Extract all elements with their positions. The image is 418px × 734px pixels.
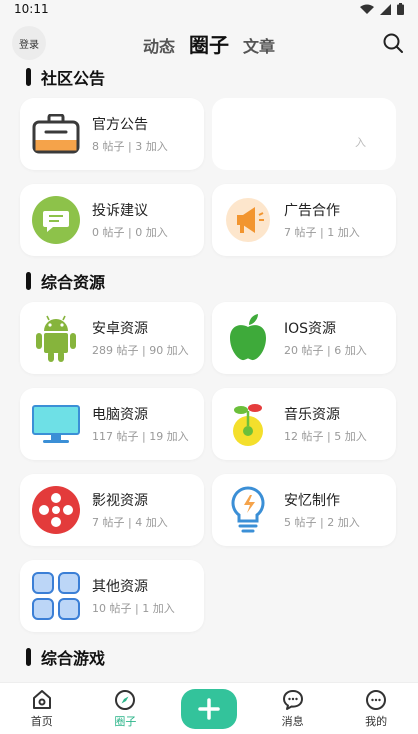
tab-circle[interactable]: 圈子 bbox=[189, 29, 229, 58]
tab-dynamic[interactable]: 动态 bbox=[143, 33, 175, 57]
circle-name: 影视资源 bbox=[92, 493, 148, 509]
app-screen: 10:11 登录 动态 圈子 文章 社区公告 官方公告 8 帖子 | 3 加入 … bbox=[0, 0, 418, 734]
login-label: 登录 bbox=[19, 39, 39, 51]
circle-meta: 20 帖子 | 6 加入 bbox=[284, 344, 367, 357]
circle-list[interactable]: 社区公告 官方公告 8 帖子 | 3 加入 入 投诉建议 0 帖子 | 0 加入… bbox=[0, 62, 418, 682]
status-bar: 10:11 bbox=[0, 0, 418, 18]
circle-meta: 8 帖子 | 3 加入 bbox=[92, 140, 168, 153]
wifi-icon bbox=[360, 4, 374, 14]
signal-icon bbox=[380, 3, 391, 15]
circle-meta: 7 帖子 | 4 加入 bbox=[92, 516, 168, 529]
circle-card-music[interactable]: 音乐资源 12 帖子 | 5 加入 bbox=[212, 388, 396, 460]
music-sprout-icon bbox=[222, 398, 274, 450]
circle-meta: 289 帖子 | 90 加入 bbox=[92, 344, 189, 357]
circle-name: IOS资源 bbox=[284, 321, 337, 337]
circle-card-video[interactable]: 影视资源 7 帖子 | 4 加入 bbox=[20, 474, 204, 546]
section-title-text: 综合资源 bbox=[41, 273, 106, 292]
circle-card-ads[interactable]: 广告合作 7 帖子 | 1 加入 bbox=[212, 184, 396, 256]
briefcase-icon bbox=[30, 108, 82, 160]
android-icon bbox=[30, 312, 82, 364]
monitor-icon bbox=[30, 398, 82, 450]
home-icon bbox=[32, 689, 51, 709]
circle-name: 音乐资源 bbox=[284, 407, 340, 423]
tab-article[interactable]: 文章 bbox=[243, 33, 275, 57]
circle-card-android[interactable]: 安卓资源 289 帖子 | 90 加入 bbox=[20, 302, 204, 374]
circle-meta: 入 bbox=[355, 136, 366, 149]
circle-meta: 12 帖子 | 5 加入 bbox=[284, 430, 367, 443]
bottom-nav: 首页 圈子 消息 我的 bbox=[0, 682, 418, 734]
circle-meta: 5 帖子 | 2 加入 bbox=[284, 516, 360, 529]
section-bar bbox=[26, 272, 31, 290]
login-button[interactable]: 登录 bbox=[12, 26, 46, 60]
profile-icon bbox=[366, 689, 387, 710]
section-title-text: 社区公告 bbox=[41, 69, 106, 88]
circle-name: 安忆制作 bbox=[284, 493, 340, 509]
nav-label: 圈子 bbox=[114, 714, 137, 728]
nav-label: 首页 bbox=[30, 714, 53, 728]
film-reel-icon bbox=[30, 484, 82, 536]
circle-name: 电脑资源 bbox=[92, 407, 148, 423]
section-grid-resources: 安卓资源 289 帖子 | 90 加入 IOS资源 20 帖子 | 6 加入 电… bbox=[0, 296, 418, 642]
section-title-resources: 综合资源 bbox=[0, 266, 418, 296]
nav-label: 消息 bbox=[281, 714, 304, 728]
circle-name: 其他资源 bbox=[92, 579, 148, 595]
circle-meta: 0 帖子 | 0 加入 bbox=[92, 226, 168, 239]
nav-home[interactable]: 首页 bbox=[12, 689, 72, 729]
nav-messages[interactable]: 消息 bbox=[263, 689, 323, 729]
section-grid-announcement: 官方公告 8 帖子 | 3 加入 入 投诉建议 0 帖子 | 0 加入 广告合作… bbox=[0, 92, 418, 266]
circle-name: 官方公告 bbox=[92, 117, 148, 133]
circle-card-hidden[interactable]: 入 bbox=[212, 98, 396, 170]
circle-card-feedback[interactable]: 投诉建议 0 帖子 | 0 加入 bbox=[20, 184, 204, 256]
circle-name: 安卓资源 bbox=[92, 321, 148, 337]
section-title-text: 综合游戏 bbox=[41, 649, 106, 668]
tiles-icon bbox=[30, 570, 82, 622]
circle-card-official[interactable]: 官方公告 8 帖子 | 3 加入 bbox=[20, 98, 204, 170]
circle-meta: 10 帖子 | 1 加入 bbox=[92, 602, 175, 615]
plus-icon bbox=[180, 688, 237, 729]
lightbulb-icon bbox=[222, 484, 274, 536]
status-icons bbox=[360, 3, 404, 15]
nav-profile[interactable]: 我的 bbox=[346, 689, 406, 729]
megaphone-icon bbox=[222, 194, 274, 246]
section-bar bbox=[26, 68, 31, 86]
section-bar bbox=[26, 648, 31, 666]
message-icon bbox=[282, 689, 303, 710]
circle-meta: 7 帖子 | 1 加入 bbox=[284, 226, 360, 239]
chat-bubble-icon bbox=[30, 194, 82, 246]
circle-card-other[interactable]: 其他资源 10 帖子 | 1 加入 bbox=[20, 560, 204, 632]
circle-card-production[interactable]: 安忆制作 5 帖子 | 2 加入 bbox=[212, 474, 396, 546]
circle-name: 投诉建议 bbox=[92, 203, 148, 219]
nav-circle[interactable]: 圈子 bbox=[95, 689, 155, 729]
nav-label: 我的 bbox=[365, 714, 388, 728]
top-header: 登录 动态 圈子 文章 bbox=[0, 18, 418, 68]
circle-name: 广告合作 bbox=[284, 203, 340, 219]
battery-icon bbox=[397, 3, 404, 15]
apple-icon bbox=[222, 312, 274, 364]
top-tabs: 动态 圈子 文章 bbox=[143, 29, 275, 58]
section-title-announcement: 社区公告 bbox=[0, 62, 418, 92]
nav-post[interactable] bbox=[179, 688, 239, 729]
circle-card-ios[interactable]: IOS资源 20 帖子 | 6 加入 bbox=[212, 302, 396, 374]
circle-meta: 117 帖子 | 19 加入 bbox=[92, 430, 189, 443]
status-time: 10:11 bbox=[14, 2, 49, 16]
circle-card-pc[interactable]: 电脑资源 117 帖子 | 19 加入 bbox=[20, 388, 204, 460]
section-title-games: 综合游戏 bbox=[0, 642, 418, 672]
compass-icon bbox=[115, 689, 136, 710]
search-icon[interactable] bbox=[382, 32, 404, 54]
